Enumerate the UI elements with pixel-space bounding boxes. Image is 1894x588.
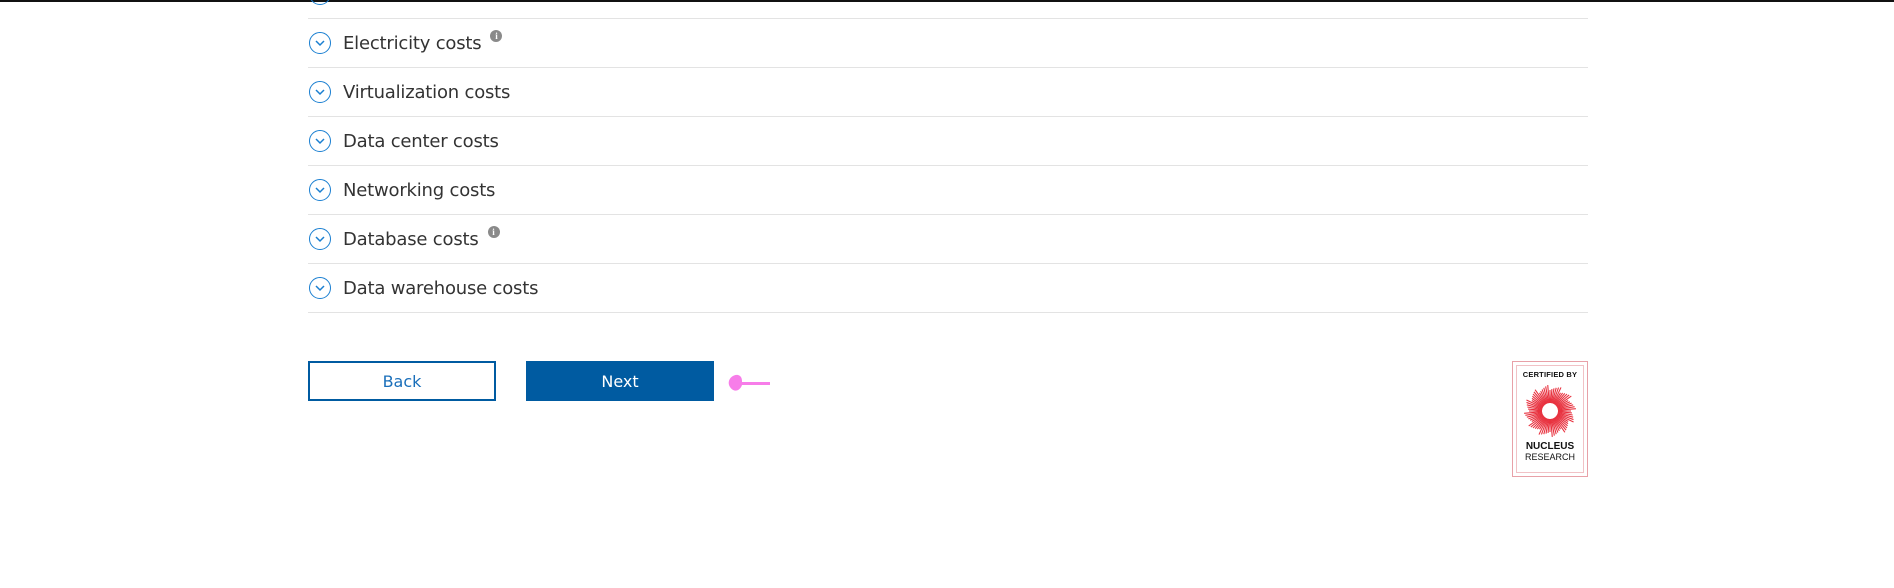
badge-certified-by: CERTIFIED BY — [1522, 370, 1578, 379]
info-icon[interactable]: i — [487, 226, 500, 238]
section-row-networking[interactable]: Networking costs — [308, 166, 1588, 215]
section-label: Electricity costs — [343, 32, 482, 54]
chevron-down-icon[interactable] — [309, 228, 331, 250]
chevron-down-icon[interactable] — [309, 277, 331, 299]
next-button[interactable]: Next — [526, 361, 714, 401]
section-row-data-warehouse[interactable]: Data warehouse costs — [308, 264, 1588, 313]
badge-name-line1: NUCLEUS — [1525, 441, 1575, 452]
chevron-down-icon[interactable] — [309, 81, 331, 103]
nucleus-burst-icon — [1524, 385, 1576, 437]
chevron-down-icon[interactable] — [309, 179, 331, 201]
section-label: Data warehouse costs — [343, 277, 539, 299]
info-icon[interactable]: i — [490, 30, 503, 42]
section-row-virtualization[interactable]: Virtualization costs — [308, 68, 1588, 117]
chevron-down-icon[interactable] — [309, 0, 331, 5]
nucleus-research-badge: CERTIFIED BY NUCLEUS RESEARCH — [1512, 361, 1588, 477]
section-label: Networking costs — [343, 179, 496, 201]
section-row-electricity[interactable]: Electricity costs i — [308, 19, 1588, 68]
section-label: Virtualization costs — [343, 81, 511, 103]
pointing-hand-icon — [728, 374, 770, 391]
section-row-database[interactable]: Database costs i — [308, 215, 1588, 264]
section-row-data-center[interactable]: Data center costs — [308, 117, 1588, 166]
cost-section-list: Electricity costs i Virtualization costs… — [308, 0, 1588, 313]
back-button[interactable]: Back — [308, 361, 496, 401]
chevron-down-icon[interactable] — [309, 32, 331, 54]
section-label: Database costs — [343, 228, 479, 250]
section-label: Data center costs — [343, 130, 499, 152]
section-row-partial[interactable] — [308, 0, 1588, 19]
badge-name-line2: RESEARCH — [1524, 452, 1575, 462]
chevron-down-icon[interactable] — [309, 130, 331, 152]
